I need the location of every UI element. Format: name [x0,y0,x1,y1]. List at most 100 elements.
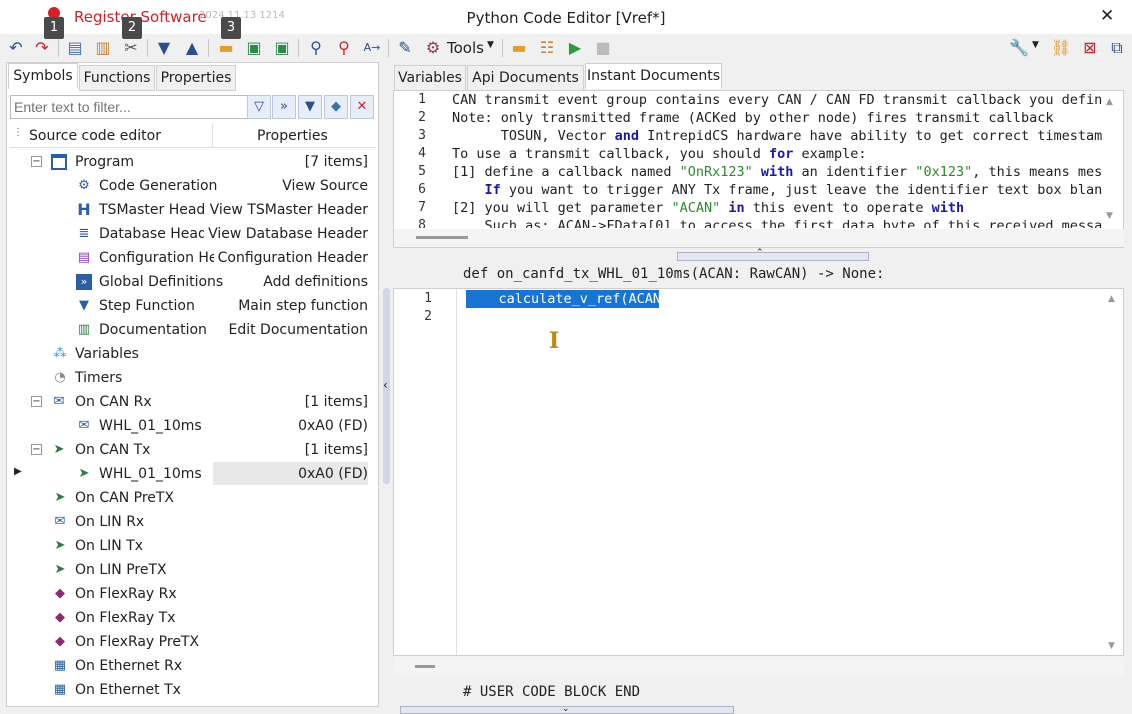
text-token: an identifier [793,164,916,180]
tree-item-on-ethernet-rx[interactable]: ▦ On Ethernet Rx [52,654,368,678]
text-token: example: [793,146,867,162]
tree-item-label: On FlexRay Rx [75,586,177,602]
collapse-icon[interactable]: − [31,396,42,407]
toolbar-separator [58,39,59,57]
find-replace-icon[interactable]: ⚲ [333,37,355,59]
close-document-icon[interactable]: ⊠ [1079,37,1101,59]
collapse-icon[interactable]: − [31,156,42,167]
wrench-icon[interactable]: 🔧 [1008,37,1030,59]
hscroll-thumb[interactable] [415,665,435,668]
tree-item-documentation[interactable]: ▥ Documentation Edit Documentation [76,318,368,342]
gear-icon[interactable]: ⚙ [422,37,444,59]
tab-variables[interactable]: Variables [394,65,466,91]
terminal-icon[interactable]: » [272,95,296,119]
python-icon[interactable]: ◆ [324,95,348,119]
keyword-token: with [760,164,794,180]
save-as-icon[interactable]: ▣ [271,37,293,59]
undo-icon[interactable]: ↶ [5,37,27,59]
pencil-icon[interactable]: ✎ [394,37,416,59]
keyword-token: for [768,146,794,162]
tree-item-can-rx-whl[interactable]: ✉ WHL_01_10ms 0xA0 (FD) [76,414,368,438]
tree-item-configuration-header[interactable]: ▤ Configuration Header Configuration Hea… [76,246,368,270]
document-hscroll[interactable] [394,229,1124,247]
line-number: 1 [424,291,432,306]
text-replace-icon[interactable]: A→ [361,37,383,59]
tree-item-label: On LIN Tx [75,538,144,554]
tree-item-label: On LIN Rx [75,514,145,530]
tab-functions[interactable]: Functions [79,65,155,91]
tree-item-on-flexray-pretx[interactable]: ◆ On FlexRay PreTX [52,630,368,654]
expand-down-icon[interactable]: ⌄ [562,704,570,714]
tree-item-timers[interactable]: ◔ Timers [52,366,368,390]
copy-icon[interactable]: ▤ [64,37,86,59]
tools-menu[interactable]: Tools [447,39,484,57]
move-down-icon[interactable]: ▼ [153,37,175,59]
cut-icon[interactable]: ✂ [120,37,142,59]
open-folder-icon[interactable]: ▬ [215,37,237,59]
tree-item-label: On CAN Rx [75,394,152,410]
tree-item-database-header[interactable]: ≣ Database Header View Database Header [76,222,368,246]
tree-item-can-tx-whl[interactable]: ➤ WHL_01_10ms 0xA0 (FD) [76,462,368,486]
tree-item-variables[interactable]: ⁂ Variables [52,342,368,366]
tree-item-on-lin-rx[interactable]: ✉ On LIN Rx [52,510,368,534]
clear-filter-icon[interactable]: ✕ [350,95,374,119]
tree-item-on-lin-tx[interactable]: ➤ On LIN Tx [52,534,368,558]
link-icon[interactable]: ⛓ [1050,37,1072,59]
envelope-icon: ✉ [54,514,66,529]
paste-icon[interactable]: ▥ [92,37,114,59]
move-up-icon[interactable]: ▲ [181,37,203,59]
document-line: To use a transmit callback, you should f… [452,146,867,162]
tree-item-label: WHL_01_10ms [99,418,202,434]
tree-item-label: Step Function [99,298,195,314]
pop-out-icon[interactable]: ⧉ [1106,37,1128,59]
close-button[interactable]: ✕ [1100,6,1114,26]
dropdown-icon[interactable]: ▼ [298,95,322,119]
collapse-up-icon[interactable]: ⌃ [756,248,764,258]
scroll-down-icon[interactable]: ▼ [1106,211,1113,221]
tree-item-tsmaster-header[interactable]: H TSMaster Header View TSMaster Header [76,198,368,222]
tab-instant-documents[interactable]: Instant Documents [585,63,722,89]
run-icon[interactable]: ▶ [564,37,586,59]
scroll-up-icon[interactable]: ▲ [1108,294,1115,304]
chevron-down-icon[interactable]: ▼ [1032,40,1039,50]
tab-properties[interactable]: Properties [156,65,236,91]
code-line[interactable]: calculate_v_ref(ACAN) [466,291,670,307]
tab-symbols[interactable]: Symbols [8,63,78,89]
tree-item-on-can-rx[interactable]: − ✉ On CAN Rx [1 items] [28,390,368,414]
tree-item-on-can-pretx[interactable]: ➤ On CAN PreTX [52,486,368,510]
tree-item-program[interactable]: − Program [7 items] [28,150,368,174]
tree-item-on-ethernet-tx[interactable]: ▦ On Ethernet Tx [52,678,368,702]
tab-api-documents[interactable]: Api Documents [467,65,584,91]
filter-input[interactable] [10,95,248,119]
tree-item-code-generation[interactable]: ⚙ Code Generation View Source [76,174,368,198]
collapse-panel-icon[interactable]: ‹ [383,378,388,392]
tree-item-value: [1 items] [304,394,368,410]
tree-item-on-flexray-rx[interactable]: ◆ On FlexRay Rx [52,582,368,606]
collapse-icon[interactable]: − [31,444,42,455]
redo-icon[interactable]: ↷ [31,37,53,59]
editor-hscroll[interactable] [394,657,1124,675]
tree-item-on-flexray-tx[interactable]: ◆ On FlexRay Tx [52,606,368,630]
folder-icon[interactable]: ▬ [508,37,530,59]
vertical-splitter-handle[interactable] [677,252,869,261]
filter-icon[interactable]: ▽ [247,95,271,119]
scroll-up-icon[interactable]: ▲ [1106,97,1113,107]
save-icon[interactable]: ▣ [243,37,265,59]
tree-item-label: On CAN PreTX [75,490,175,506]
column-chooser-icon[interactable]: ⋮ [13,127,23,138]
hscroll-thumb[interactable] [416,236,468,239]
send-icon: ➤ [54,562,66,577]
code-editor[interactable] [393,288,1124,656]
clear-list-icon[interactable]: ☷ [536,37,558,59]
tree-item-on-lin-pretx[interactable]: ➤ On LIN PreTX [52,558,368,582]
tree-item-global-definitions[interactable]: » Global Definitions Add definitions [76,270,368,294]
stop-icon[interactable]: ■ [592,37,614,59]
search-icon[interactable]: ⚲ [305,37,327,59]
scroll-down-icon[interactable]: ▼ [1108,641,1115,651]
tree-item-on-can-tx[interactable]: − ➤ On CAN Tx [1 items] [28,438,368,462]
chevron-down-icon[interactable]: ▼ [487,40,494,50]
tree-item-step-function[interactable]: ▼ Step Function Main step function [76,294,368,318]
keyword-token: with [931,200,965,216]
keyword-token: in [728,200,745,216]
